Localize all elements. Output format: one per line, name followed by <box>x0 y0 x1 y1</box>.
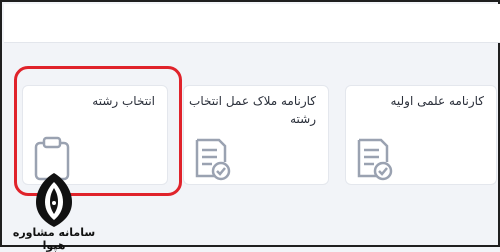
card-decisive-report[interactable]: کارنامه ملاک عمل انتخاب رشته <box>183 85 329 185</box>
pen-nib-logo-icon <box>36 173 72 227</box>
watermark-text: سامانه مشاوره هپوا <box>12 226 96 252</box>
screenshot-frame: کارنامه علمی اولیه کارنامه ملاک عمل انتخ… <box>0 0 500 252</box>
top-bar <box>4 4 500 43</box>
report-check-icon <box>357 138 393 181</box>
report-check-icon <box>195 138 231 181</box>
watermark-logo: سامانه مشاوره هپوا <box>10 170 98 252</box>
card-initial-scientific-report[interactable]: کارنامه علمی اولیه <box>345 85 497 185</box>
card-title: کارنامه ملاک عمل انتخاب رشته <box>189 94 316 126</box>
card-title: کارنامه علمی اولیه <box>390 94 484 108</box>
